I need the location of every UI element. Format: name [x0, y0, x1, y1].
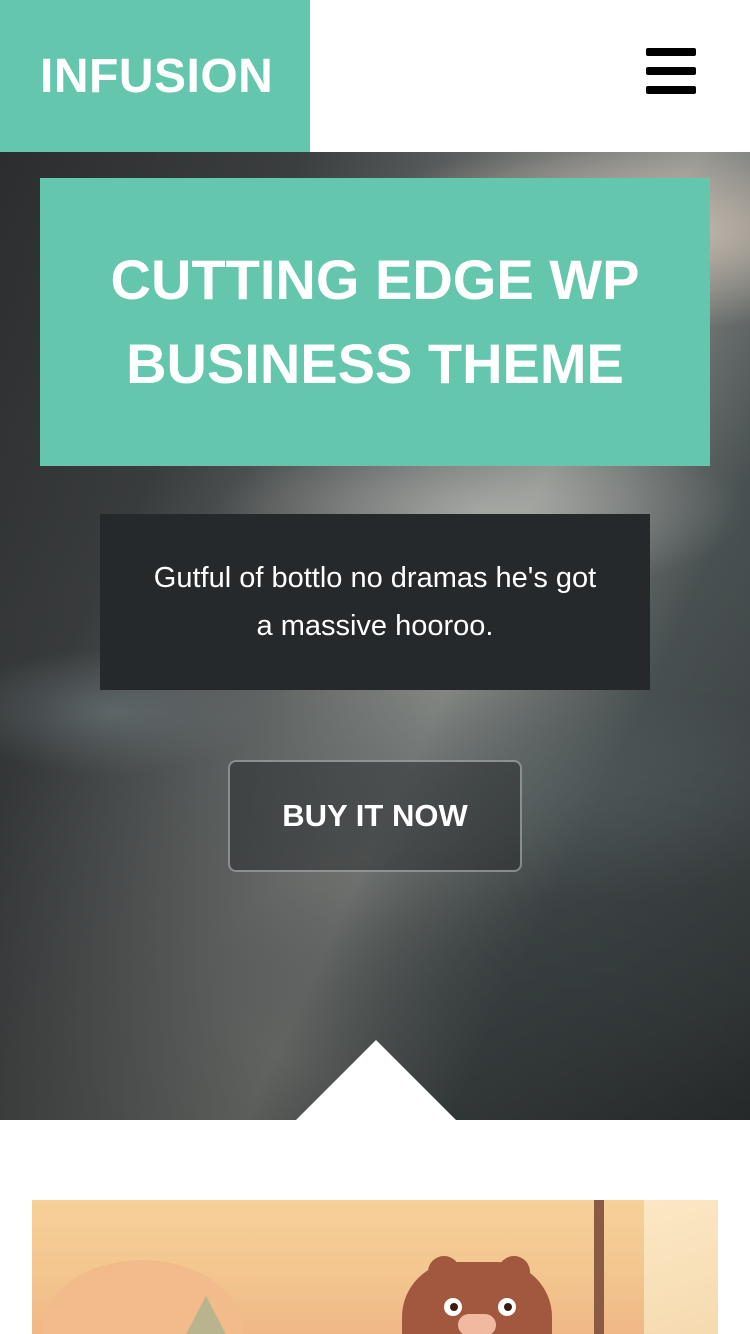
- bear-snout: [458, 1314, 496, 1334]
- bear-eye-left: [444, 1298, 462, 1316]
- illustration-tree: [182, 1296, 230, 1334]
- feature-illustration: [32, 1200, 718, 1334]
- logo-text: INFUSION: [40, 49, 274, 103]
- bear-illustration: [402, 1256, 552, 1334]
- illustration-pole: [594, 1200, 604, 1334]
- menu-bar-middle: [646, 67, 696, 75]
- illustration-sail: [644, 1200, 718, 1334]
- site-header: INFUSION: [0, 0, 750, 152]
- hero-headline-box: CUTTING EDGE WP BUSINESS THEME: [40, 178, 710, 466]
- hero-subtitle-box: Gutful of bottlo no dramas he's got a ma…: [100, 514, 650, 690]
- menu-bar-bottom: [646, 86, 696, 94]
- site-logo[interactable]: INFUSION: [0, 0, 310, 152]
- bear-eye-right: [498, 1298, 516, 1316]
- hero-bottom-notch: [296, 1040, 456, 1120]
- menu-bar-top: [646, 48, 696, 56]
- buy-it-now-button[interactable]: BUY IT NOW: [228, 760, 522, 872]
- hero-section: CUTTING EDGE WP BUSINESS THEME Gutful of…: [0, 152, 750, 1120]
- hero-headline: CUTTING EDGE WP BUSINESS THEME: [110, 248, 640, 395]
- hero-subtitle: Gutful of bottlo no dramas he's got a ma…: [153, 562, 597, 642]
- buy-button-label: BUY IT NOW: [282, 798, 468, 833]
- hamburger-menu-icon[interactable]: [646, 48, 696, 94]
